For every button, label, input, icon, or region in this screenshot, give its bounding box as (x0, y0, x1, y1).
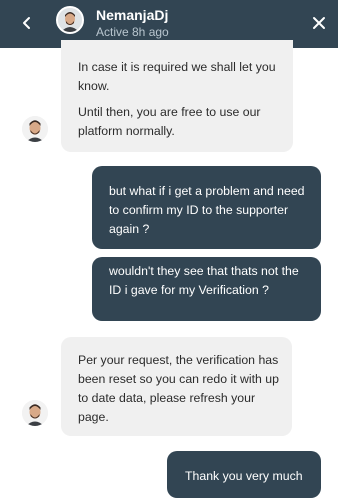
message-text: Per your request, the verification has b… (78, 353, 279, 424)
avatar (22, 400, 48, 426)
back-button[interactable] (14, 10, 40, 36)
message-text: Thank you very much (185, 469, 303, 483)
active-status: Active 8h ago (96, 25, 169, 39)
message-bubble-user: but what if i get a problem and need to … (92, 166, 321, 249)
message-text: wouldn't they see that thats not the ID … (109, 264, 299, 297)
message-text: but what if i get a problem and need to … (109, 184, 305, 236)
message-text: In case it is required we shall let you … (78, 60, 276, 93)
avatar (22, 116, 48, 142)
message-bubble-user: Thank you very much (167, 451, 321, 498)
chevron-left-icon (23, 17, 30, 29)
message-text: Until then, you are free to use our plat… (78, 105, 261, 138)
close-icon (313, 17, 325, 29)
message-bubble-agent: In case it is required we shall let you … (61, 40, 293, 152)
avatar[interactable] (56, 6, 84, 34)
message-bubble-user: wouldn't they see that thats not the ID … (92, 257, 321, 321)
message-bubble-agent: Per your request, the verification has b… (61, 337, 292, 436)
close-button[interactable] (306, 10, 332, 36)
contact-name: NemanjaDj (96, 7, 169, 23)
